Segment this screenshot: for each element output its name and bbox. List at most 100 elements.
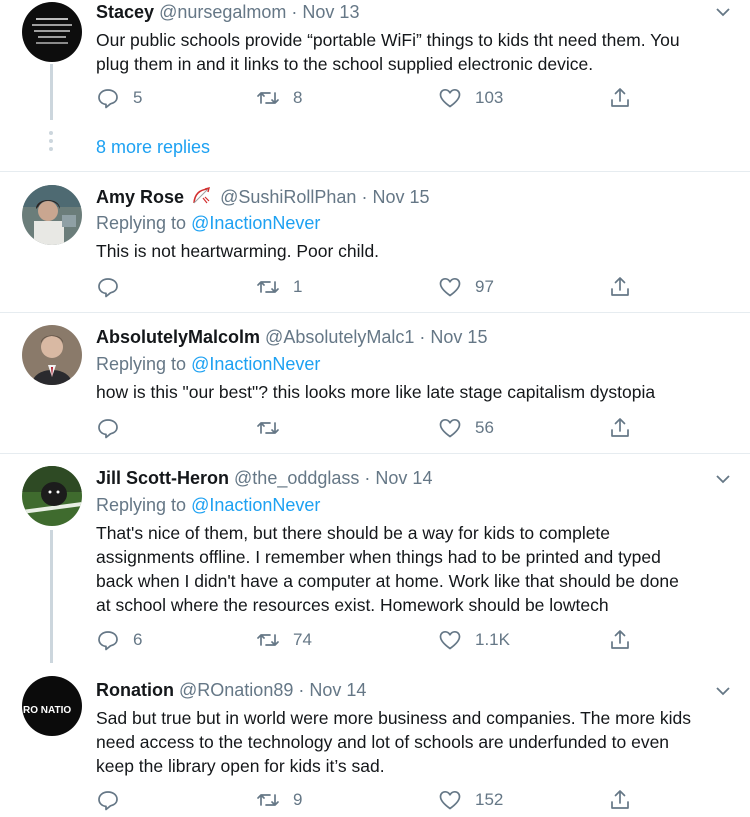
retweet-button[interactable]: [256, 414, 293, 442]
tweet-header: Ronation @ROnation89 · Nov 14: [96, 678, 366, 702]
tweet-text-line: Our public schools provide “portable WiF…: [96, 30, 680, 50]
replying-to-label: Replying to: [96, 213, 187, 233]
reply-count: 5: [133, 88, 143, 107]
reply-button[interactable]: [96, 414, 133, 442]
retweet-icon: [257, 634, 279, 646]
retweet-icon: [257, 422, 279, 434]
user-handle[interactable]: @SushiRollPhan: [220, 187, 356, 207]
chevron-down-icon[interactable]: [714, 3, 732, 21]
tweet-actions: 56: [96, 414, 656, 442]
reply-button[interactable]: [96, 786, 133, 814]
separator-dot: ·: [364, 468, 371, 488]
separator-dot: ·: [298, 680, 305, 700]
like-button[interactable]: 103: [438, 84, 503, 112]
reply-icon: [98, 791, 118, 811]
reply-button[interactable]: [96, 273, 133, 301]
tweet-date[interactable]: Nov 13: [302, 2, 359, 22]
display-name[interactable]: Stacey: [96, 2, 154, 22]
like-button[interactable]: 56: [438, 414, 494, 442]
like-button[interactable]: 97: [438, 273, 494, 301]
like-count: 56: [475, 418, 494, 437]
like-button[interactable]: 1.1K: [438, 626, 510, 654]
mention-link[interactable]: @InactionNever: [191, 354, 320, 374]
tweet-header: AbsolutelyMalcolm @AbsolutelyMalc1 · Nov…: [96, 325, 487, 349]
retweet-count: 8: [293, 88, 303, 107]
share-icon: [611, 277, 629, 296]
reply-button[interactable]: 6: [96, 626, 142, 654]
like-count: 152: [475, 790, 504, 809]
reply-button[interactable]: 5: [96, 84, 142, 112]
tweet-actions: 1 97: [96, 273, 656, 301]
tweet-actions: 9 152: [96, 786, 656, 814]
tweet-date[interactable]: Nov 14: [375, 468, 432, 488]
display-name[interactable]: Amy Rose: [96, 187, 184, 207]
tweet-text-line: how is this "our best"? this looks more …: [96, 382, 656, 402]
tweet-text-line: at school where the resources exist. Hom…: [96, 595, 609, 615]
tweet-text-line: keep the library open for kids it’s sad.: [96, 756, 385, 776]
divider: [0, 171, 750, 172]
tweet-date[interactable]: Nov 15: [372, 187, 429, 207]
avatar[interactable]: RO NATIO: [22, 676, 82, 736]
tweet-header: Amy Rose @SushiRollPhan · Nov 15: [96, 185, 430, 209]
heart-icon: [439, 630, 461, 650]
mention-link[interactable]: @InactionNever: [191, 495, 320, 515]
avatar-logo-text: RO NATIO: [23, 705, 71, 716]
retweet-count: 1: [293, 277, 303, 296]
tweet-text-line: That's nice of them, but there should be…: [96, 523, 611, 543]
heart-icon: [439, 790, 461, 810]
share-button[interactable]: [608, 786, 632, 814]
user-handle[interactable]: @ROnation89: [179, 680, 293, 700]
tweet-header: Jill Scott-Heron @the_oddglass · Nov 14: [96, 466, 432, 490]
tweet-text-line: back when I didn't have a computer at ho…: [96, 571, 679, 591]
retweet-button[interactable]: 1: [256, 273, 302, 301]
tweet-date[interactable]: Nov 15: [430, 327, 487, 347]
avatar[interactable]: [22, 466, 82, 526]
chevron-down-icon[interactable]: [714, 682, 732, 700]
avatar[interactable]: [22, 185, 82, 245]
tweet-text: Sad but true but in world were more busi…: [96, 706, 741, 778]
share-icon: [611, 418, 629, 437]
tweet-actions: 6 74 1.1K: [96, 626, 656, 654]
mention-link[interactable]: @InactionNever: [191, 213, 320, 233]
more-replies-link[interactable]: 8 more replies: [96, 135, 210, 159]
share-button[interactable]: [608, 414, 632, 442]
tweet-date[interactable]: Nov 14: [309, 680, 366, 700]
separator-dot: ·: [361, 187, 368, 207]
tweet-text-line: plug them in and it links to the school …: [96, 54, 594, 74]
thread-gap-dots: [49, 131, 53, 155]
user-handle[interactable]: @AbsolutelyMalc1: [265, 327, 414, 347]
retweet-button[interactable]: 74: [256, 626, 312, 654]
divider: [0, 312, 750, 313]
tweet-text: how is this "our best"? this looks more …: [96, 380, 741, 404]
display-name[interactable]: Jill Scott-Heron: [96, 468, 229, 488]
user-handle[interactable]: @nursegalmom: [159, 2, 286, 22]
display-name[interactable]: Ronation: [96, 680, 174, 700]
avatar[interactable]: [22, 325, 82, 385]
share-button[interactable]: [608, 273, 632, 301]
replying-to: Replying to @InactionNever: [96, 493, 320, 517]
tweet-text-line: assignments offline. I remember when thi…: [96, 547, 661, 567]
chevron-down-icon[interactable]: [714, 470, 732, 488]
reply-icon: [98, 419, 118, 439]
like-count: 97: [475, 277, 494, 296]
heart-icon: [439, 277, 461, 297]
tweet-text-line: Sad but true but in world were more busi…: [96, 708, 691, 728]
retweet-button[interactable]: 9: [256, 786, 302, 814]
tweet-text: This is not heartwarming. Poor child.: [96, 239, 741, 263]
reply-icon: [98, 278, 118, 298]
like-count: 1.1K: [475, 630, 510, 649]
avatar[interactable]: [22, 2, 82, 62]
share-icon: [611, 88, 629, 107]
share-icon: [611, 630, 629, 649]
thread-connector-line: [50, 64, 53, 120]
share-button[interactable]: [608, 626, 632, 654]
user-handle[interactable]: @the_oddglass: [234, 468, 359, 488]
heart-icon: [439, 88, 461, 108]
retweet-button[interactable]: 8: [256, 84, 302, 112]
like-button[interactable]: 152: [438, 786, 503, 814]
bow-arrow-icon: [193, 187, 211, 204]
share-button[interactable]: [608, 84, 632, 112]
reply-count: 6: [133, 630, 143, 649]
display-name[interactable]: AbsolutelyMalcolm: [96, 327, 260, 347]
separator-dot: ·: [419, 327, 426, 347]
